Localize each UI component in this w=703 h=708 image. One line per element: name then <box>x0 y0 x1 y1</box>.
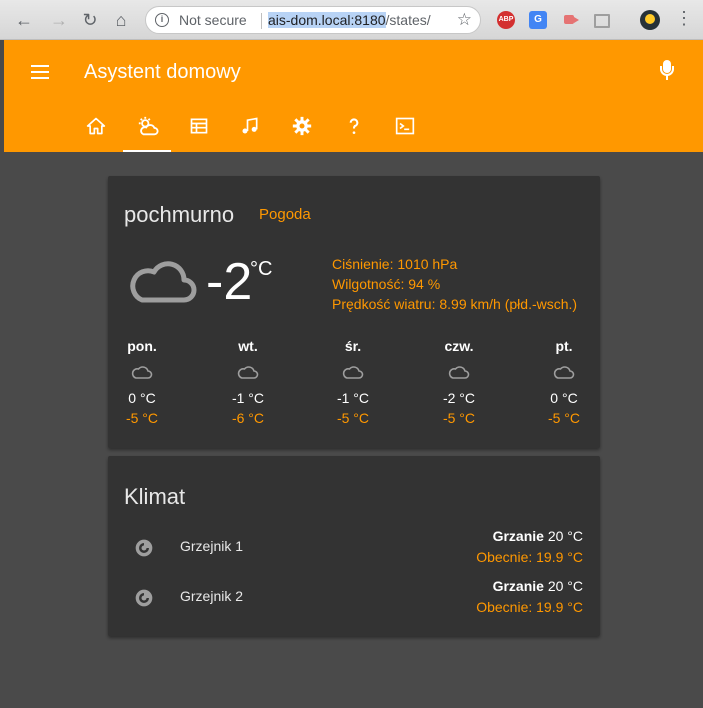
help-icon <box>349 118 359 134</box>
info-icon[interactable]: i <box>155 13 169 27</box>
url-text[interactable]: ais-dom.local:8180/states/ <box>268 12 431 28</box>
forecast-low: -5 °C <box>336 410 370 426</box>
weather-partly-cloudy-icon <box>138 116 159 136</box>
forecast-day-name: śr. <box>344 338 362 354</box>
forecast-high: -1 °C <box>231 390 265 406</box>
weather-card: pochmurno Pogoda -2 °C Ciśnienie: 1010 h… <box>108 176 600 448</box>
tab-settings[interactable] <box>278 110 326 152</box>
translate-extension-icon[interactable]: G <box>529 11 547 29</box>
home-icon <box>86 117 106 135</box>
cloudy-icon <box>553 366 575 379</box>
console-icon <box>395 117 415 135</box>
thermostat-icon[interactable] <box>134 538 154 558</box>
omnibox-separator <box>261 13 262 29</box>
bookmark-star-icon[interactable]: ☆ <box>457 10 472 30</box>
temperature-unit: °C <box>250 258 273 280</box>
tab-extension-icon[interactable] <box>594 14 610 28</box>
microphone-icon[interactable] <box>660 60 674 82</box>
video-extension-icon[interactable] <box>562 11 580 29</box>
forecast-low: -5 °C <box>125 410 159 426</box>
security-label: Not secure <box>179 12 247 28</box>
climate-state: Grzanie 20 °C Obecnie: 19.9 °C <box>476 576 583 618</box>
forecast-day: pon. 0 °C -5 °C <box>107 338 177 426</box>
cloudy-icon <box>237 366 259 379</box>
menu-icon[interactable] <box>31 65 49 79</box>
forecast-day: pt. 0 °C -5 °C <box>529 338 599 426</box>
forecast-high: 0 °C <box>128 390 156 406</box>
browser-toolbar: ← → ↻ ⌂ i Not secure ais-dom.local:8180/… <box>0 0 703 40</box>
climate-mode: Grzanie <box>492 528 544 544</box>
weather-attributes: Ciśnienie: 1010 hPa Wilgotność: 94 % Prę… <box>332 254 577 314</box>
climate-card: Klimat Grzejnik 1 Grzanie 20 °C Obecnie:… <box>108 456 600 636</box>
gear-icon <box>292 116 312 136</box>
forecast-day: wt. -1 °C -6 °C <box>213 338 283 426</box>
forecast-high: -1 °C <box>336 390 370 406</box>
weather-entity-name[interactable]: Pogoda <box>259 206 311 223</box>
profile-avatar[interactable] <box>640 10 660 30</box>
url-host: ais-dom.local:8180 <box>268 12 386 28</box>
forecast-day-name: czw. <box>444 338 474 354</box>
browser-home-icon[interactable]: ⌂ <box>109 8 133 32</box>
app-header: Asystent domowy <box>4 40 703 152</box>
climate-entity-name[interactable]: Grzejnik 1 <box>180 538 243 554</box>
forecast-low: -5 °C <box>547 410 581 426</box>
forward-arrow-icon[interactable]: → <box>47 8 71 32</box>
cloudy-icon <box>131 366 153 379</box>
humidity-attribute: Wilgotność: 94 % <box>332 276 441 292</box>
climate-mode: Grzanie <box>492 578 544 594</box>
climate-target: 20 °C <box>547 528 583 544</box>
forecast-day-name: pon. <box>127 338 157 354</box>
cloudy-icon <box>130 261 197 303</box>
climate-current: Obecnie: 19.9 °C <box>476 599 583 615</box>
wind-attribute: Prędkość wiatru: 8.99 km/h (płd.-wsch.) <box>332 296 578 312</box>
weather-condition: pochmurno <box>124 202 235 227</box>
climate-row[interactable]: Grzejnik 1 Grzanie 20 °C Obecnie: 19.9 °… <box>108 526 600 574</box>
cloudy-icon <box>342 366 364 379</box>
forecast-day: czw. -2 °C -5 °C <box>424 338 494 426</box>
climate-state: Grzanie 20 °C Obecnie: 19.9 °C <box>476 526 583 568</box>
climate-entity-name[interactable]: Grzejnik 2 <box>180 588 243 604</box>
tab-weather[interactable] <box>123 110 171 152</box>
music-note-icon <box>242 117 258 134</box>
tab-home[interactable] <box>72 110 120 152</box>
tab-music[interactable] <box>226 110 274 152</box>
app-title: Asystent domowy <box>84 61 241 83</box>
reload-icon[interactable]: ↻ <box>78 8 102 32</box>
climate-card-title: Klimat <box>124 484 186 509</box>
address-bar[interactable]: i Not secure ais-dom.local:8180/states/ … <box>145 6 481 34</box>
current-temperature: -2 <box>206 253 253 311</box>
adblock-extension-icon[interactable]: ABP <box>497 11 515 29</box>
forecast-low: -5 °C <box>442 410 476 426</box>
tab-calendar[interactable] <box>175 110 223 152</box>
forecast-high: 0 °C <box>550 390 578 406</box>
thermostat-icon[interactable] <box>134 588 154 608</box>
calendar-table-icon <box>190 118 208 134</box>
forecast-day-name: wt. <box>238 338 258 354</box>
forecast-low: -6 °C <box>231 410 265 426</box>
climate-target: 20 °C <box>547 578 583 594</box>
climate-row[interactable]: Grzejnik 2 Grzanie 20 °C Obecnie: 19.9 °… <box>108 576 600 624</box>
tab-console[interactable] <box>381 110 429 152</box>
url-path: /states/ <box>385 12 431 28</box>
cloudy-icon <box>448 366 470 379</box>
back-arrow-icon[interactable]: ← <box>12 8 36 32</box>
forecast-day-name: pt. <box>555 338 573 354</box>
forecast-day: śr. -1 °C -5 °C <box>318 338 388 426</box>
climate-current: Obecnie: 19.9 °C <box>476 549 583 565</box>
forecast-high: -2 °C <box>442 390 476 406</box>
pressure-attribute: Ciśnienie: 1010 hPa <box>332 256 458 272</box>
browser-menu-icon[interactable]: ⋮ <box>675 8 693 29</box>
tab-help[interactable] <box>330 110 378 152</box>
